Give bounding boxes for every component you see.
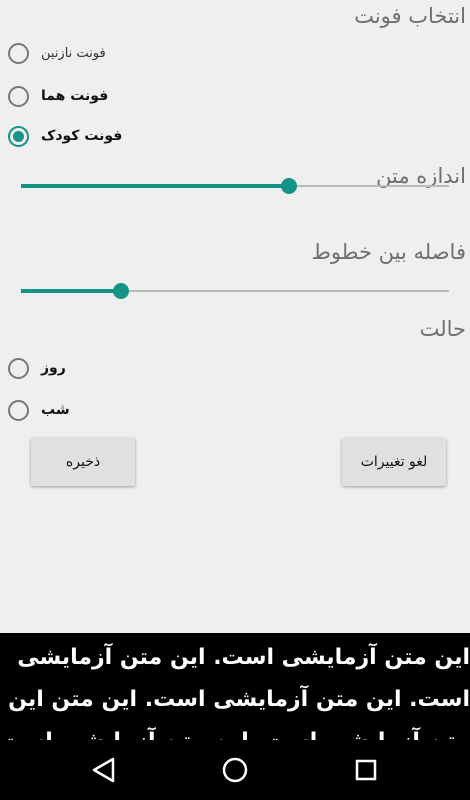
- navigation-bar: [0, 740, 470, 800]
- font-option-label: فونت نازنین: [41, 45, 106, 61]
- slider-fill: [21, 184, 289, 188]
- slider-fill: [21, 289, 121, 293]
- recents-icon[interactable]: [348, 752, 384, 788]
- line-spacing-slider[interactable]: [21, 279, 449, 303]
- font-option-label: فونت هما: [41, 88, 109, 104]
- back-icon[interactable]: [86, 752, 122, 788]
- save-button[interactable]: ذخیره: [31, 438, 135, 486]
- line-spacing-title: فاصله بین خطوط: [311, 240, 466, 264]
- mode-option-night[interactable]: شب: [8, 395, 70, 425]
- preview-panel: این متن آزمایشی است. این متن آزمایشی است…: [0, 633, 470, 740]
- mode-section-title: حالت: [419, 317, 466, 341]
- radio-button[interactable]: [8, 399, 29, 421]
- text-size-slider[interactable]: [21, 174, 449, 198]
- home-icon[interactable]: [217, 752, 253, 788]
- font-section-title: انتخاب فونت: [354, 4, 466, 28]
- radio-button[interactable]: [8, 42, 29, 64]
- cancel-changes-button[interactable]: لغو تغییرات: [342, 438, 446, 486]
- radio-button[interactable]: [8, 357, 29, 379]
- font-option-nazanin[interactable]: فونت نازنین: [8, 38, 106, 68]
- slider-thumb[interactable]: [280, 178, 297, 194]
- radio-button-checked[interactable]: [8, 125, 29, 147]
- font-option-koodak[interactable]: فونت کودک: [8, 121, 122, 151]
- mode-option-label: روز: [41, 360, 66, 376]
- preview-text: این متن آزمایشی است. این متن آزمایشی است…: [0, 645, 470, 740]
- radio-button[interactable]: [8, 85, 29, 107]
- font-option-homa[interactable]: فونت هما: [8, 81, 108, 111]
- font-option-label: فونت کودک: [41, 128, 123, 144]
- slider-thumb[interactable]: [112, 283, 129, 299]
- mode-option-day[interactable]: روز: [8, 353, 66, 383]
- mode-option-label: شب: [41, 402, 70, 418]
